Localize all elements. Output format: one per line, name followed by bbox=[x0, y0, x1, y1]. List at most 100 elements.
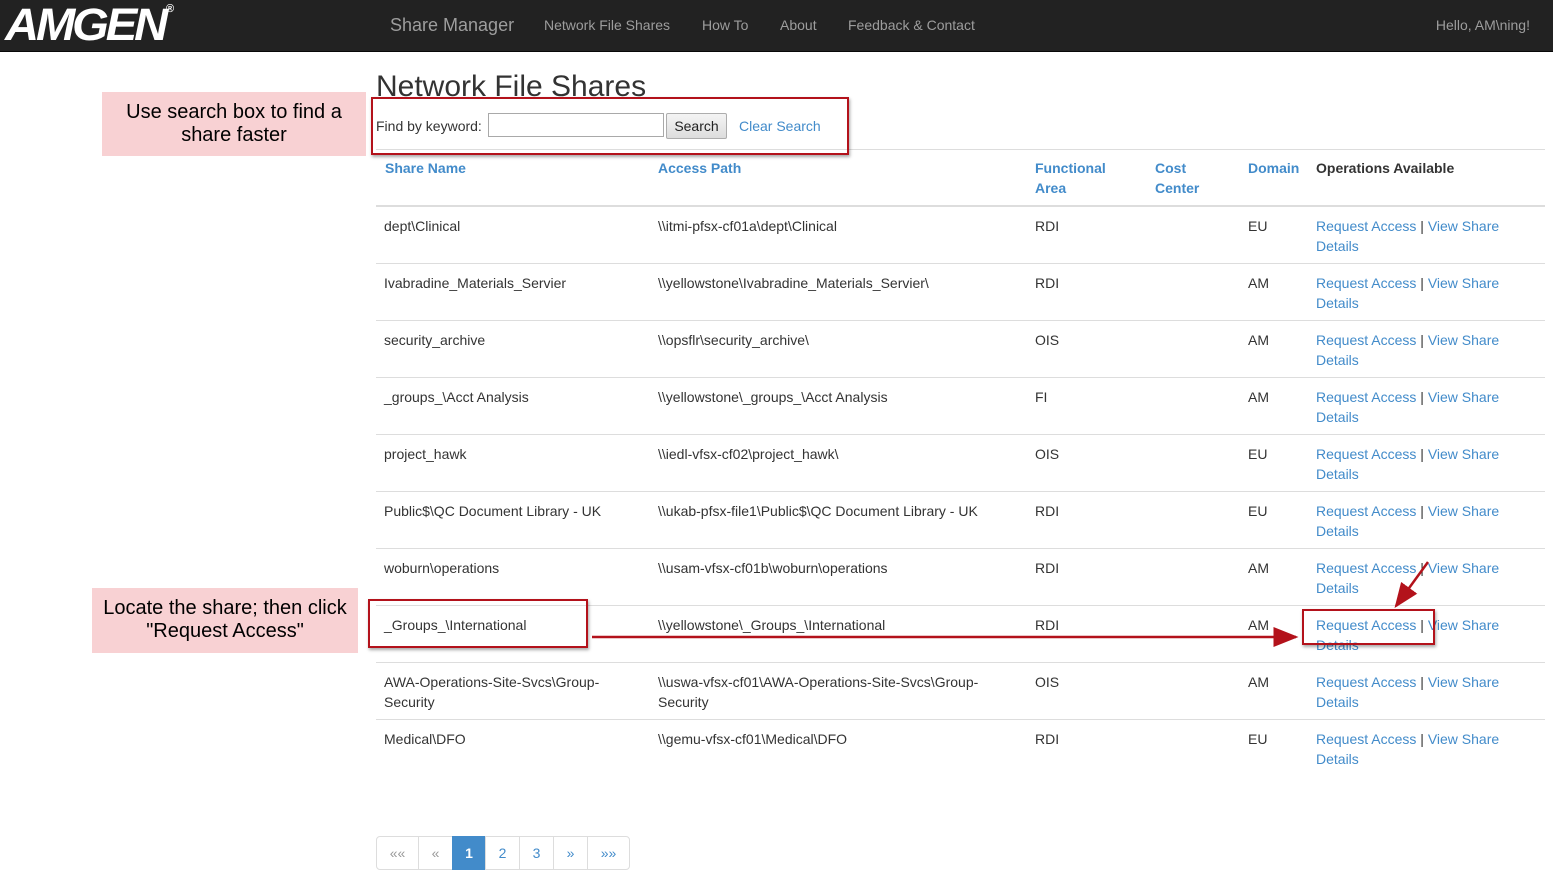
request-access-link[interactable]: Request Access bbox=[1316, 560, 1416, 576]
nav-about[interactable]: About bbox=[780, 17, 817, 33]
cell-share-name: project_hawk bbox=[384, 446, 467, 462]
page-next[interactable]: » bbox=[553, 836, 588, 870]
cell-share-name: Ivabradine_Materials_Servier bbox=[384, 275, 567, 291]
ops-separator: | bbox=[1420, 332, 1424, 348]
table-row: Medical\DFO \\gemu-vfsx-cf01\Medical\DFO… bbox=[376, 720, 1545, 777]
request-access-link[interactable]: Request Access bbox=[1316, 218, 1416, 234]
cell-share-name: woburn\operations bbox=[384, 560, 500, 576]
nav-network-file-shares[interactable]: Network File Shares bbox=[544, 17, 670, 33]
cell-functional-area: OIS bbox=[1035, 446, 1060, 462]
nav-feedback-contact[interactable]: Feedback & Contact bbox=[848, 17, 975, 33]
header-functional-area[interactable]: Functional Area bbox=[1035, 158, 1106, 198]
table-row: AWA-Operations-Site-Svcs\Group-Security … bbox=[376, 663, 1545, 720]
highlight-request-access bbox=[1302, 609, 1435, 645]
cell-functional-area: RDI bbox=[1035, 617, 1060, 633]
cell-domain: EU bbox=[1248, 218, 1268, 234]
cell-domain: EU bbox=[1248, 731, 1268, 747]
cell-access-path: \\itmi-pfsx-cf01a\dept\Clinical bbox=[658, 218, 837, 234]
cell-domain: AM bbox=[1248, 389, 1269, 405]
view-details-text: Details bbox=[1316, 466, 1359, 482]
header-domain[interactable]: Domain bbox=[1248, 158, 1299, 178]
header-functional-area-line1: Functional bbox=[1035, 160, 1106, 176]
cell-functional-area: RDI bbox=[1035, 731, 1060, 747]
cell-domain: AM bbox=[1248, 332, 1269, 348]
cell-functional-area: RDI bbox=[1035, 218, 1060, 234]
view-share-text: View Share bbox=[1427, 674, 1500, 690]
ops-separator: | bbox=[1420, 389, 1424, 405]
highlight-search-box bbox=[371, 97, 849, 155]
cell-functional-area: OIS bbox=[1035, 674, 1060, 690]
brand-share-manager[interactable]: Share Manager bbox=[390, 15, 514, 36]
cell-access-path: \\opsflr\security_archive\ bbox=[658, 332, 809, 348]
request-access-link[interactable]: Request Access bbox=[1316, 674, 1416, 690]
header-cost-center-line1: Cost bbox=[1155, 160, 1187, 176]
cell-access-path: \\iedl-vfsx-cf02\project_hawk\ bbox=[658, 446, 839, 462]
page-1[interactable]: 1 bbox=[452, 836, 486, 870]
view-share-text: View Share bbox=[1427, 218, 1500, 234]
callout-locate-share: Locate the share; then click "Request Ac… bbox=[92, 588, 358, 653]
request-access-link[interactable]: Request Access bbox=[1316, 275, 1416, 291]
ops-separator: | bbox=[1420, 731, 1424, 747]
cell-operations: Request Access | View Share Details bbox=[1316, 273, 1526, 313]
request-access-link[interactable]: Request Access bbox=[1316, 389, 1416, 405]
request-access-link[interactable]: Request Access bbox=[1316, 731, 1416, 747]
ops-separator: | bbox=[1420, 674, 1424, 690]
view-share-text: View Share bbox=[1427, 275, 1500, 291]
nav-how-to[interactable]: How To bbox=[702, 17, 748, 33]
view-share-text: View Share bbox=[1427, 503, 1500, 519]
amgen-logo[interactable]: AMGEN bbox=[5, 2, 168, 47]
request-access-link[interactable]: Request Access bbox=[1316, 446, 1416, 462]
table-row: Public$\QC Document Library - UK \\ukab-… bbox=[376, 492, 1545, 549]
view-details-text: Details bbox=[1316, 751, 1359, 767]
cell-share-name: Public$\QC Document Library - UK bbox=[384, 503, 602, 519]
view-details-text: Details bbox=[1316, 523, 1359, 539]
cell-domain: AM bbox=[1248, 560, 1269, 576]
cell-access-path: \\yellowstone\Ivabradine_Materials_Servi… bbox=[658, 275, 929, 291]
header-access-path[interactable]: Access Path bbox=[658, 158, 741, 178]
view-share-text: View Share bbox=[1427, 446, 1500, 462]
registered-mark: ® bbox=[166, 3, 175, 15]
page-prev[interactable]: « bbox=[418, 836, 453, 870]
header-cost-center[interactable]: Cost Center bbox=[1155, 158, 1199, 198]
view-details-text: Details bbox=[1316, 238, 1359, 254]
top-navbar: AMGEN ® Share Manager Network File Share… bbox=[0, 0, 1553, 52]
cell-access-path: \\yellowstone\_groups_\Acct Analysis bbox=[658, 389, 888, 405]
cell-functional-area: OIS bbox=[1035, 332, 1060, 348]
cell-share-name: AWA-Operations-Site-Svcs\Group-Security bbox=[384, 674, 600, 710]
cell-operations: Request Access | View Share Details bbox=[1316, 672, 1526, 712]
table-row: _groups_\Acct Analysis \\yellowstone\_gr… bbox=[376, 378, 1545, 435]
cell-domain: AM bbox=[1248, 674, 1269, 690]
page-last[interactable]: »» bbox=[587, 836, 630, 870]
cell-functional-area: RDI bbox=[1035, 560, 1060, 576]
cell-domain: EU bbox=[1248, 446, 1268, 462]
header-share-name[interactable]: Share Name bbox=[385, 158, 466, 178]
callout-search-tip: Use search box to find a share faster bbox=[102, 92, 366, 156]
cell-share-name: security_archive bbox=[384, 332, 486, 348]
highlight-share-name bbox=[368, 599, 588, 648]
user-greeting: Hello, AM\ning! bbox=[1435, 17, 1530, 33]
cell-operations: Request Access | View Share Details bbox=[1316, 729, 1526, 769]
ops-separator: | bbox=[1420, 275, 1424, 291]
cell-domain: AM bbox=[1248, 275, 1269, 291]
cell-share-name: _groups_\Acct Analysis bbox=[384, 389, 529, 405]
request-access-link[interactable]: Request Access bbox=[1316, 332, 1416, 348]
page-3[interactable]: 3 bbox=[519, 836, 554, 870]
page-first[interactable]: «« bbox=[376, 836, 419, 870]
view-share-text: View Share bbox=[1427, 617, 1500, 633]
header-functional-area-line2: Area bbox=[1035, 180, 1067, 196]
page-2[interactable]: 2 bbox=[485, 836, 520, 870]
view-share-text: View Share bbox=[1427, 332, 1500, 348]
cell-share-name: Medical\DFO bbox=[384, 731, 466, 747]
view-details-text: Details bbox=[1316, 580, 1359, 596]
cell-access-path: \\gemu-vfsx-cf01\Medical\DFO bbox=[658, 731, 848, 747]
cell-functional-area: RDI bbox=[1035, 275, 1060, 291]
request-access-link[interactable]: Request Access bbox=[1316, 503, 1416, 519]
cell-access-path: \\yellowstone\_Groups_\International bbox=[658, 617, 886, 633]
cell-operations: Request Access | View Share Details bbox=[1316, 216, 1526, 256]
cell-functional-area: FI bbox=[1035, 389, 1048, 405]
cell-access-path: \\usam-vfsx-cf01b\woburn\operations bbox=[658, 560, 888, 576]
view-share-text: View Share bbox=[1427, 560, 1500, 576]
cell-operations: Request Access | View Share Details bbox=[1316, 558, 1526, 598]
cell-operations: Request Access | View Share Details bbox=[1316, 387, 1526, 427]
cell-operations: Request Access | View Share Details bbox=[1316, 330, 1526, 370]
